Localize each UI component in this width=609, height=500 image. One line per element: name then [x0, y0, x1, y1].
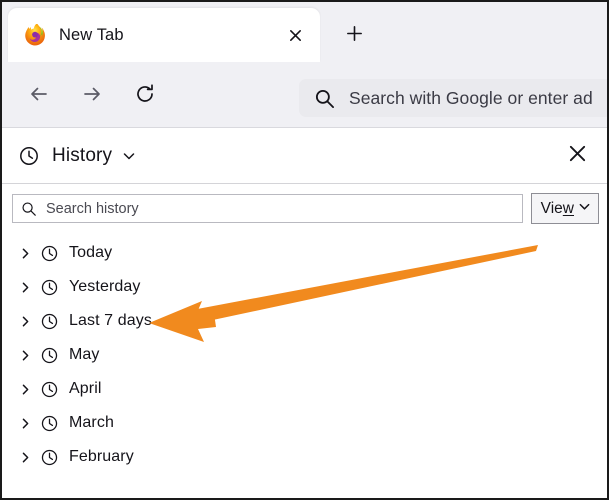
browser-window: New Tab Search with Google or enter ad H… [0, 0, 609, 500]
clock-icon [40, 346, 59, 365]
reload-icon [133, 82, 157, 111]
back-arrow-icon [27, 82, 51, 111]
view-label-accel: w [562, 199, 574, 217]
navigation-toolbar: Search with Google or enter ad [2, 65, 607, 128]
tab-new-tab[interactable]: New Tab [8, 8, 320, 62]
history-group-march[interactable]: March [2, 406, 607, 440]
clock-icon [40, 244, 59, 263]
clock-icon [18, 145, 40, 167]
history-panel: History Search history View Today Yester… [2, 128, 607, 498]
history-group-label: Today [69, 244, 113, 261]
chevron-right-icon[interactable] [16, 346, 34, 364]
history-group-yesterday[interactable]: Yesterday [2, 270, 607, 304]
tab-strip: New Tab [2, 2, 607, 65]
history-group-label: Last 7 days [69, 312, 152, 329]
history-panel-title: History [52, 144, 113, 166]
chevron-right-icon[interactable] [16, 278, 34, 296]
close-panel-button[interactable] [561, 140, 593, 172]
chevron-right-icon[interactable] [16, 448, 34, 466]
view-button[interactable]: View [530, 193, 599, 224]
history-group-may[interactable]: May [2, 338, 607, 372]
history-group-label: April [69, 380, 102, 397]
history-group-label: Yesterday [69, 278, 141, 295]
reload-button[interactable] [128, 79, 162, 113]
chevron-right-icon[interactable] [16, 244, 34, 262]
history-group-today[interactable]: Today [2, 236, 607, 270]
history-group-label: March [69, 414, 114, 431]
clock-icon [40, 312, 59, 331]
view-label-text: Vie [540, 199, 563, 217]
tab-title: New Tab [59, 25, 124, 44]
search-history-input[interactable] [46, 200, 514, 217]
magnifier-icon [21, 200, 38, 217]
search-history-box[interactable] [12, 194, 523, 223]
history-group-april[interactable]: April [2, 372, 607, 406]
clock-icon [40, 278, 59, 297]
address-bar-placeholder: Search with Google or enter ad [349, 87, 593, 108]
history-list: Today Yesterday Last 7 days May April Ma… [2, 232, 607, 474]
history-group-label: February [69, 448, 134, 465]
history-search-row: View [2, 184, 607, 232]
firefox-logo-icon [24, 23, 46, 46]
forward-arrow-icon [80, 82, 104, 111]
history-group-last-7-days[interactable]: Last 7 days [2, 304, 607, 338]
address-bar[interactable]: Search with Google or enter ad [299, 79, 607, 117]
forward-button[interactable] [75, 79, 109, 113]
chevron-right-icon[interactable] [16, 414, 34, 432]
chevron-down-icon[interactable] [122, 149, 136, 163]
history-panel-header: History [2, 128, 607, 184]
magnifier-icon [314, 87, 336, 109]
clock-icon [40, 380, 59, 399]
close-icon [567, 143, 588, 169]
back-button[interactable] [22, 79, 56, 113]
chevron-down-icon [578, 200, 591, 218]
clock-icon [40, 448, 59, 467]
plus-icon [345, 24, 364, 48]
history-group-february[interactable]: February [2, 440, 607, 474]
chevron-right-icon[interactable] [16, 312, 34, 330]
view-button-label: View [541, 200, 574, 218]
chevron-right-icon[interactable] [16, 380, 34, 398]
new-tab-button[interactable] [336, 18, 372, 54]
close-icon[interactable] [280, 20, 310, 50]
history-group-label: May [69, 346, 100, 363]
clock-icon [40, 414, 59, 433]
